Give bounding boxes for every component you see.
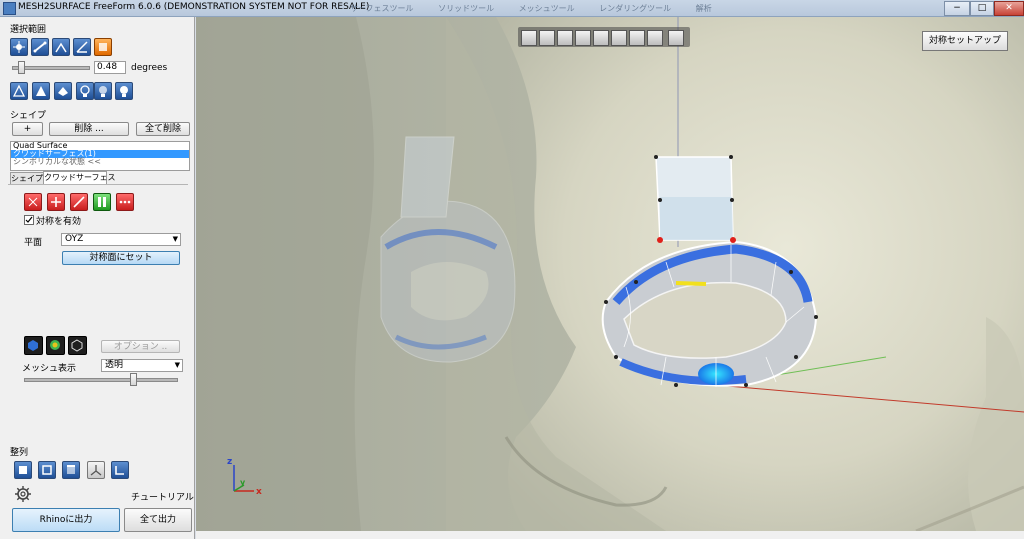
shape-section-label: シェイプ	[10, 111, 47, 121]
tag-tool-icon[interactable]	[24, 193, 42, 211]
menu-item[interactable]: レンダリングツール	[599, 4, 671, 13]
tab-quad-surface[interactable]: クワッドサーフェス	[43, 171, 116, 185]
align-side-icon[interactable]	[38, 461, 56, 479]
options-button[interactable]: オプション ..	[101, 340, 180, 353]
triangle-filled-icon[interactable]	[32, 82, 50, 100]
faded-menu-bar: サーフェスツール ソリッドツール メッシュツール レンダリングツール 解析	[350, 3, 734, 14]
transparency-slider-thumb[interactable]	[130, 373, 137, 386]
angle-slider-thumb[interactable]	[18, 61, 25, 74]
close-button[interactable]: ✕	[994, 1, 1024, 16]
status-strip	[196, 531, 1024, 539]
diagonal-split-icon[interactable]	[70, 193, 88, 211]
align-corner-icon[interactable]	[111, 461, 129, 479]
symmetry-checkbox[interactable]	[24, 215, 34, 225]
set-symmetry-plane-button[interactable]: 対称面にセット	[62, 251, 180, 265]
align-front-icon[interactable]	[14, 461, 32, 479]
3d-viewport[interactable]: z y x 対称セットアップ	[196, 17, 1024, 531]
plane-select[interactable]: OYZ ▼	[61, 233, 181, 246]
mesh-wire-icon[interactable]	[68, 336, 87, 355]
mesh-display-value: 透明	[105, 360, 124, 370]
mesh-display-label: メッシュ表示	[22, 364, 77, 374]
bulb-filled-icon[interactable]	[115, 82, 133, 100]
title-bar: MESH2SURFACE FreeForm 6.0.6 (DEMONSTRATI…	[0, 0, 1024, 17]
add-shape-button[interactable]: +	[12, 122, 43, 136]
add-point-icon[interactable]	[47, 193, 65, 211]
select-face-icon[interactable]	[94, 38, 112, 56]
triangle-outline-icon[interactable]	[10, 82, 28, 100]
angle-input[interactable]: 0.48	[94, 61, 126, 74]
view-axes-icon[interactable]	[668, 30, 684, 46]
export-all-button[interactable]: 全て出力	[124, 508, 192, 532]
axis-label-x: x	[256, 487, 262, 497]
view-iso-icon[interactable]	[647, 30, 663, 46]
tab-divider	[8, 184, 188, 185]
tutorial-link[interactable]: チュートリアル	[131, 490, 194, 503]
column-split-icon[interactable]	[93, 193, 111, 211]
export-rhino-button[interactable]: Rhinoに出力	[12, 508, 120, 532]
mesh-curvature-icon[interactable]	[46, 336, 65, 355]
plane-select-value: OYZ	[65, 234, 84, 244]
menu-item[interactable]: 解析	[696, 4, 712, 13]
maximize-button[interactable]: □	[970, 1, 994, 16]
window-title: MESH2SURFACE FreeForm 6.0.6 (DEMONSTRATI…	[18, 2, 370, 12]
transparency-slider-track[interactable]	[24, 378, 178, 382]
menu-item[interactable]: メッシュツール	[519, 4, 575, 13]
delete-all-button[interactable]: 全て削除	[136, 122, 190, 136]
minimize-button[interactable]: −	[944, 1, 970, 16]
select-ring-icon[interactable]	[73, 38, 91, 56]
view-toolbar	[518, 27, 690, 47]
delete-shape-button[interactable]: 削除 ...	[49, 122, 129, 136]
menu-item[interactable]: サーフェスツール	[350, 4, 414, 13]
menu-item[interactable]: ソリッドツール	[438, 4, 494, 13]
align-section-label: 整列	[10, 448, 29, 458]
mesh-display-select[interactable]: 透明 ▼	[101, 359, 183, 372]
view-bottom-icon[interactable]	[629, 30, 645, 46]
shape-list[interactable]: Quad Surface クワッドサーフェス(1) シンボリカルな状態 <<	[10, 141, 190, 171]
mesh-solid-icon[interactable]	[24, 336, 43, 355]
bulb-half-icon[interactable]	[94, 82, 112, 100]
view-right-icon[interactable]	[593, 30, 609, 46]
selection-range-label: 選択範囲	[10, 25, 47, 35]
symmetry-setup-button[interactable]: 対称セットアップ	[922, 31, 1008, 51]
zoom-icon[interactable]	[521, 30, 537, 46]
axis-label-z: z	[227, 457, 233, 467]
view-top-icon[interactable]	[611, 30, 627, 46]
gear-icon[interactable]	[14, 485, 32, 503]
chevron-down-icon: ▼	[172, 235, 178, 243]
plane-label: 平面	[24, 238, 43, 248]
align-top-icon[interactable]	[62, 461, 80, 479]
select-point-icon[interactable]	[10, 38, 28, 56]
view-back-icon[interactable]	[557, 30, 573, 46]
view-left-icon[interactable]	[575, 30, 591, 46]
app-icon	[3, 2, 16, 15]
axis-label-y: y	[240, 478, 246, 487]
list-item[interactable]: シンボリカルな状態 <<	[11, 158, 189, 166]
chevron-down-icon: ▼	[174, 361, 180, 369]
shape-select-icon[interactable]	[54, 82, 72, 100]
tool-panel: 選択範囲 0.48 degrees シェイプ + 削除 ... 全て削除 Qua…	[0, 17, 195, 539]
view-front-icon[interactable]	[539, 30, 555, 46]
bulb-outline-icon[interactable]	[76, 82, 94, 100]
head-mesh-render	[196, 17, 1024, 531]
dots-tool-icon[interactable]	[116, 193, 134, 211]
select-edge-icon[interactable]	[31, 38, 49, 56]
align-perspective-icon[interactable]	[87, 461, 105, 479]
angle-unit-label: degrees	[131, 63, 168, 73]
select-loop-icon[interactable]	[52, 38, 70, 56]
symmetry-enable-label: 対称を有効	[36, 217, 82, 227]
